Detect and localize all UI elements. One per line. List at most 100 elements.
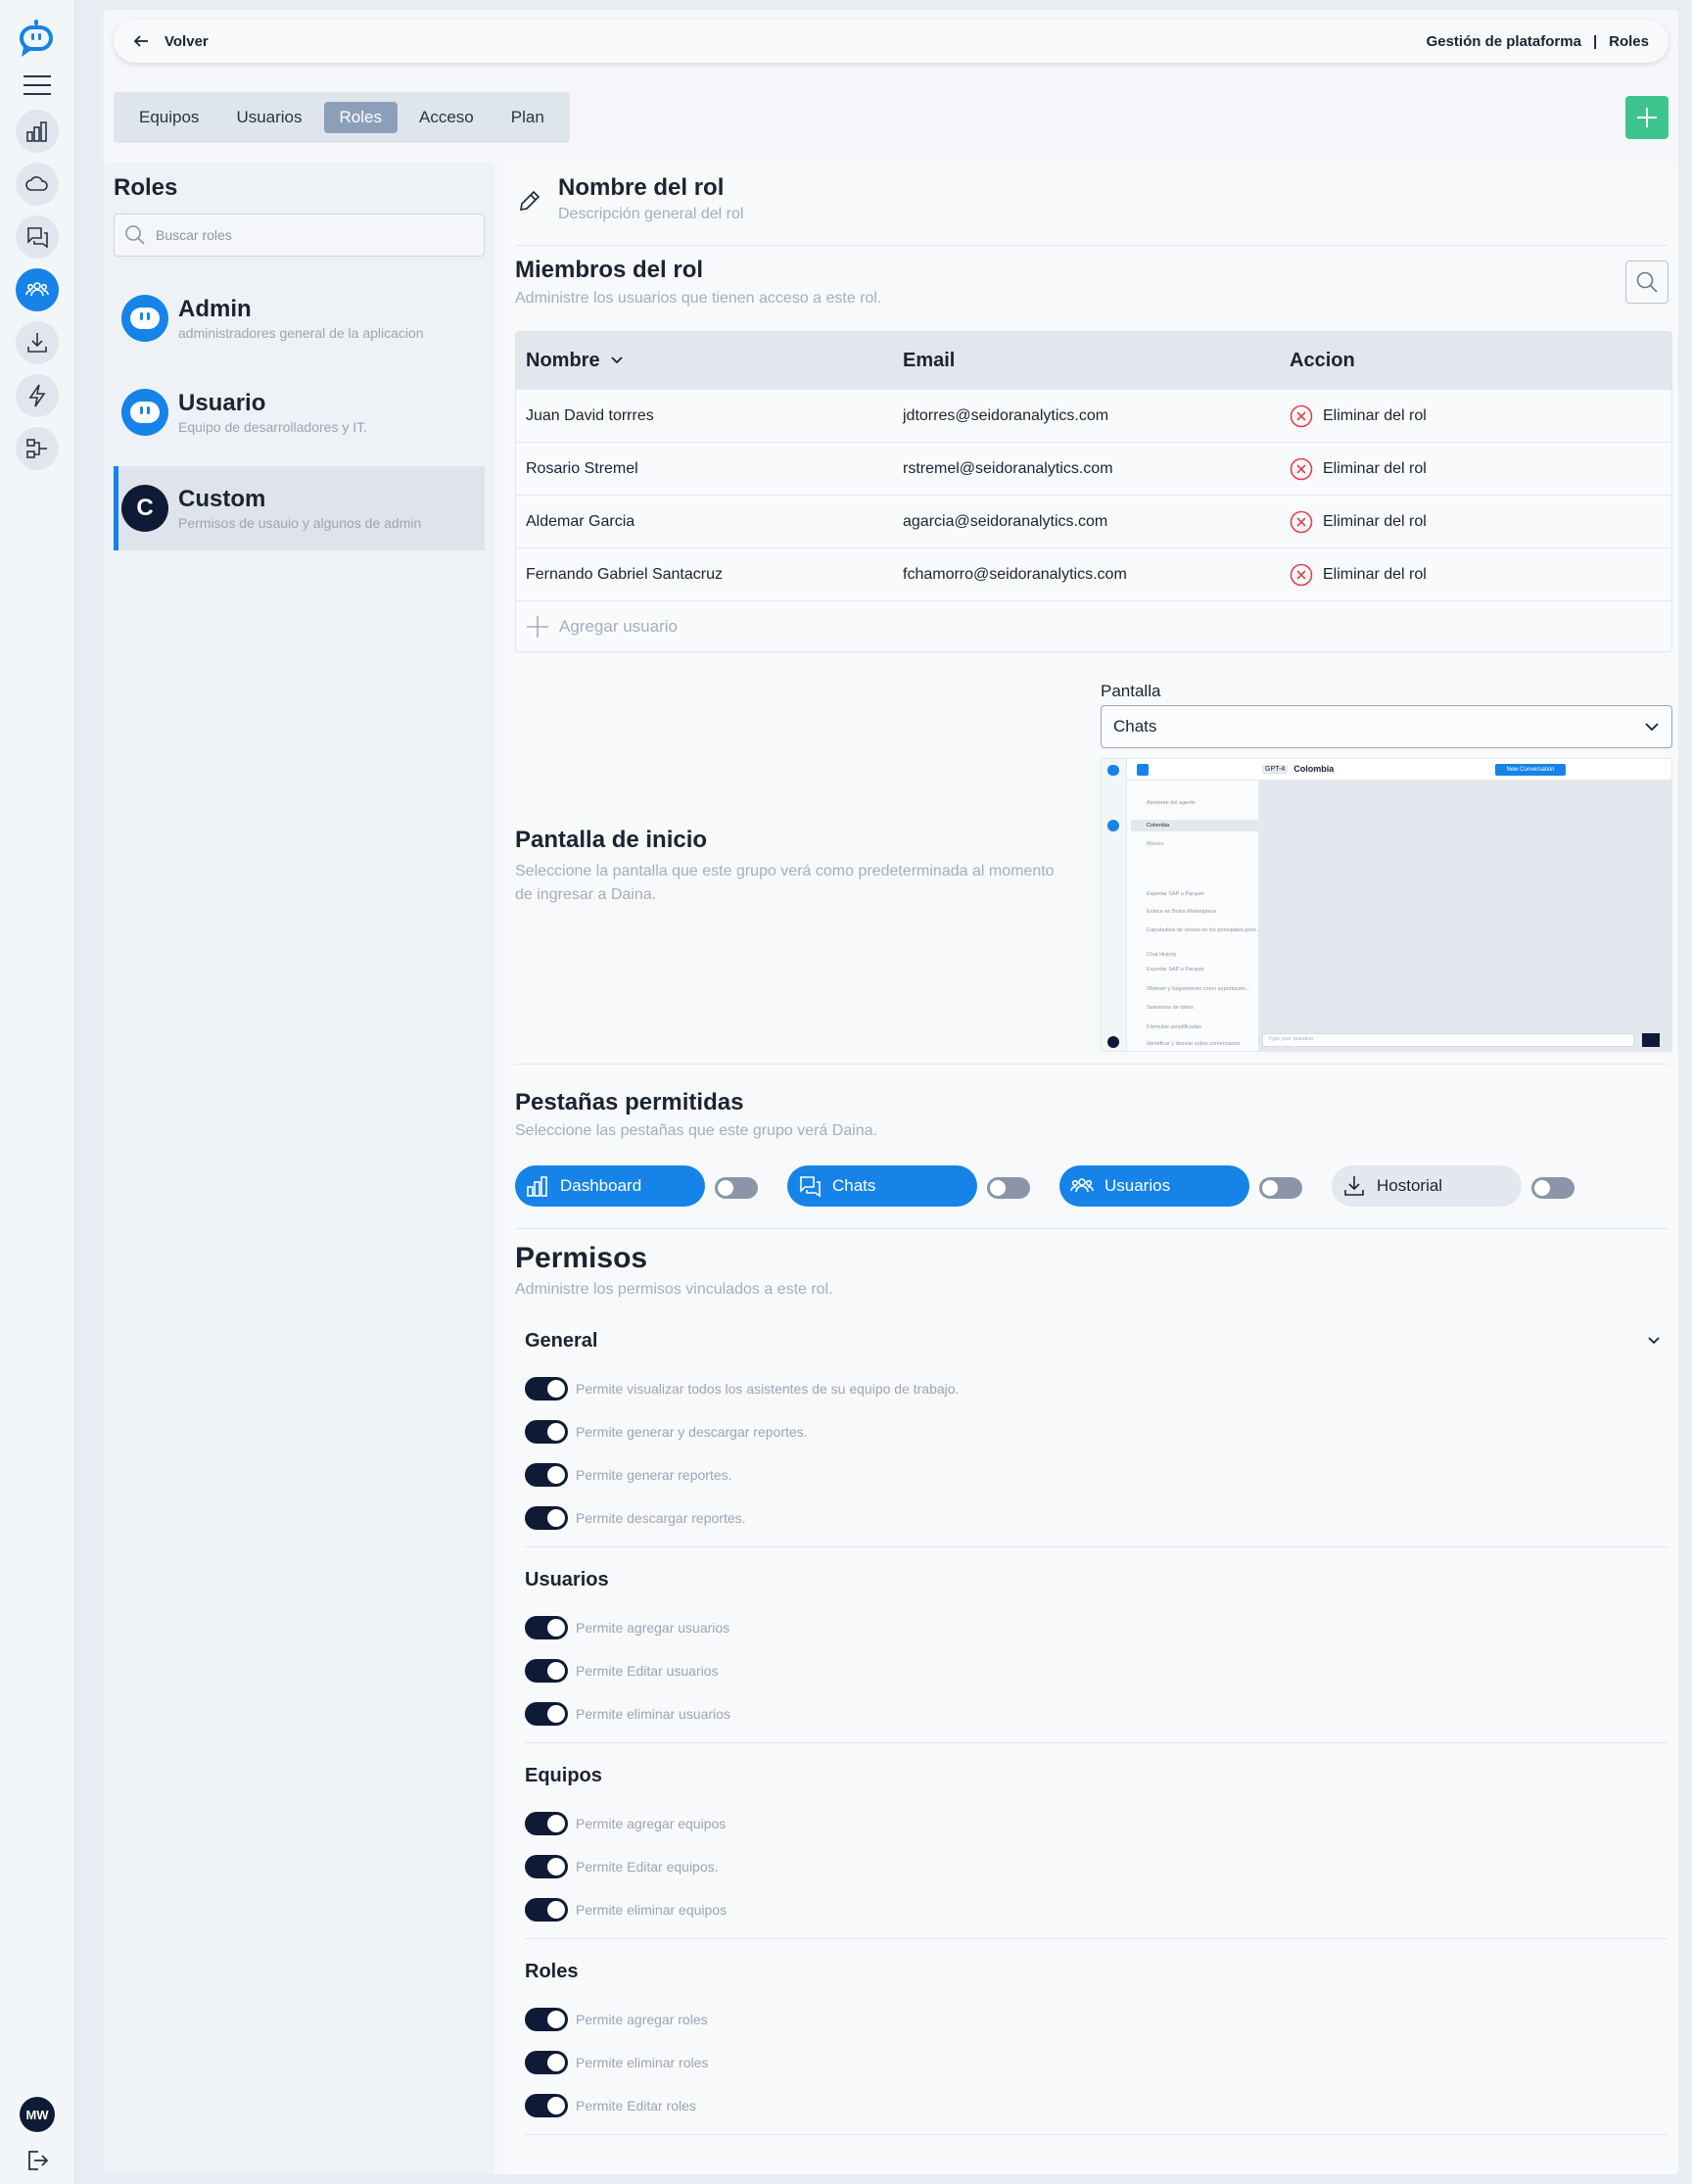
permission-toggle[interactable] <box>525 1702 568 1726</box>
breadcrumb-item[interactable]: Gestión de plataforma <box>1427 33 1581 50</box>
role-item-custom[interactable]: C Custom Permisos de usauio y algunos de… <box>114 466 485 550</box>
permission-toggle[interactable] <box>525 1377 568 1401</box>
nav-cloud[interactable] <box>16 163 59 206</box>
permission-toggle[interactable] <box>525 1898 568 1922</box>
preview-item: Asistente del agente <box>1147 800 1196 806</box>
usuarios-toggle[interactable] <box>1259 1177 1302 1199</box>
permission-label: Permite agregar usuarios <box>576 1620 730 1636</box>
remove-from-role-button[interactable]: Eliminar del rol <box>1290 563 1671 587</box>
search-icon <box>125 225 145 245</box>
pantalla-select[interactable]: Chats <box>1101 705 1672 748</box>
table-header: Nombre Email Accion <box>516 332 1671 389</box>
permission-toggle[interactable] <box>525 1420 568 1444</box>
permission-label: Permite agregar equipos <box>576 1816 727 1831</box>
role-name: Custom <box>178 486 266 512</box>
nav-flow[interactable] <box>16 427 59 470</box>
role-details-panel: Nombre del rol Descripción general del r… <box>505 163 1678 2174</box>
breadcrumb: Gestión de plataforma | Roles <box>1427 33 1649 50</box>
roles-search-input[interactable]: Buscar roles <box>114 214 485 257</box>
pencil-icon[interactable] <box>517 188 542 214</box>
permission-toggle[interactable] <box>525 2094 568 2117</box>
member-email: fchamorro@seidoranalytics.com <box>903 565 1127 583</box>
historial-toggle[interactable] <box>1531 1177 1574 1199</box>
nav-dashboard[interactable] <box>16 110 59 153</box>
permission-toggle[interactable] <box>525 1812 568 1835</box>
tab-plan[interactable]: Plan <box>495 102 560 133</box>
logout-icon[interactable] <box>24 2148 50 2173</box>
tab-usuarios[interactable]: Usuarios <box>220 102 317 133</box>
tab-bar: Equipos Usuarios Roles Acceso Plan <box>114 92 570 143</box>
preview-item: Exportar SAP a Parquet <box>1147 967 1204 973</box>
members-search-button[interactable] <box>1625 261 1668 304</box>
remove-label: Eliminar del rol <box>1323 512 1427 530</box>
divider <box>525 1546 1668 1547</box>
daina-logo-icon[interactable] <box>16 18 59 59</box>
member-name: Juan David torrres <box>526 406 654 424</box>
roles-title: Roles <box>114 174 178 201</box>
permission-toggle[interactable] <box>525 1463 568 1487</box>
close-circle-icon <box>1290 457 1313 480</box>
robot-avatar-icon <box>121 295 168 342</box>
chats-toggle[interactable] <box>987 1177 1030 1199</box>
permission-toggle[interactable] <box>525 2051 568 2074</box>
members-table: Nombre Email Accion Juan David torrres j… <box>515 331 1672 652</box>
table-row: Aldemar Garcia agarcia@seidoranalytics.c… <box>516 495 1671 547</box>
permission-toggle[interactable] <box>525 2008 568 2031</box>
permission-toggle[interactable] <box>525 1659 568 1683</box>
user-avatar[interactable]: MW <box>20 2097 55 2132</box>
permission-item: Permite Editar usuarios <box>525 1659 719 1683</box>
divider <box>515 1228 1668 1229</box>
bolt-icon <box>28 384 46 407</box>
role-description: administradores general de la aplicacion <box>178 325 424 341</box>
add-role-button[interactable] <box>1625 96 1668 139</box>
download-icon <box>27 333 47 353</box>
tab-pill-dashboard[interactable]: Dashboard <box>515 1165 705 1207</box>
permission-label: Permite generar reportes. <box>576 1467 732 1483</box>
member-email: agarcia@seidoranalytics.com <box>903 512 1108 530</box>
chevron-down-icon[interactable] <box>1647 1336 1661 1346</box>
permission-toggle[interactable] <box>525 1506 568 1530</box>
role-name-title[interactable]: Nombre del rol <box>558 174 724 202</box>
remove-from-role-button[interactable]: Eliminar del rol <box>1290 510 1671 534</box>
permission-item: Permite generar reportes. <box>525 1463 732 1487</box>
divider <box>515 245 1668 246</box>
permission-label: Permite Editar usuarios <box>576 1663 719 1679</box>
chart-icon <box>527 1176 547 1197</box>
add-user-button[interactable]: Agregar usuario <box>516 600 1671 651</box>
role-item-usuario[interactable]: Usuario Equipo de desarrolladores y IT. <box>114 370 485 454</box>
role-item-admin[interactable]: Admin administradores general de la apli… <box>114 276 485 360</box>
members-title: Miembros del rol <box>515 257 704 283</box>
nav-download[interactable] <box>16 321 59 364</box>
permission-item: Permite agregar roles <box>525 2008 708 2031</box>
dashboard-toggle[interactable] <box>715 1177 758 1199</box>
column-accion: Accion <box>1290 349 1355 371</box>
permission-item: Permite eliminar usuarios <box>525 1702 730 1726</box>
menu-icon[interactable] <box>24 74 51 96</box>
permission-label: Permite eliminar usuarios <box>576 1706 730 1722</box>
permission-group-general: General <box>525 1330 598 1352</box>
back-button[interactable]: Volver <box>133 33 209 50</box>
chevron-down-icon <box>610 356 623 364</box>
remove-from-role-button[interactable]: Eliminar del rol <box>1290 404 1671 428</box>
nav-automations[interactable] <box>16 374 59 417</box>
remove-label: Eliminar del rol <box>1323 406 1427 424</box>
permission-label: Permite eliminar equipos <box>576 1902 728 1918</box>
tab-pill-historial[interactable]: Hostorial <box>1332 1165 1522 1207</box>
tab-equipos[interactable]: Equipos <box>123 102 214 133</box>
tab-pill-usuarios[interactable]: Usuarios <box>1059 1165 1249 1207</box>
nav-users[interactable] <box>16 268 59 311</box>
remove-from-role-button[interactable]: Eliminar del rol <box>1290 457 1671 481</box>
tab-pill-chats[interactable]: Chats <box>787 1165 977 1207</box>
permission-toggle[interactable] <box>525 1855 568 1878</box>
permissions-subtitle: Administre los permisos vinculados a est… <box>515 1281 833 1298</box>
divider <box>515 1064 1668 1065</box>
nav-chats[interactable] <box>16 215 59 259</box>
permission-toggle[interactable] <box>525 1616 568 1639</box>
role-description-subtitle[interactable]: Descripción general del rol <box>558 206 743 223</box>
permission-group-equipos: Equipos <box>525 1765 602 1786</box>
table-row: Juan David torrres jdtorres@seidoranalyt… <box>516 389 1671 442</box>
tab-acceso[interactable]: Acceso <box>403 102 490 133</box>
column-nombre[interactable]: Nombre <box>516 350 903 372</box>
tab-roles[interactable]: Roles <box>323 102 398 133</box>
preview-item: Fórmulas simplificadas <box>1147 1024 1201 1030</box>
